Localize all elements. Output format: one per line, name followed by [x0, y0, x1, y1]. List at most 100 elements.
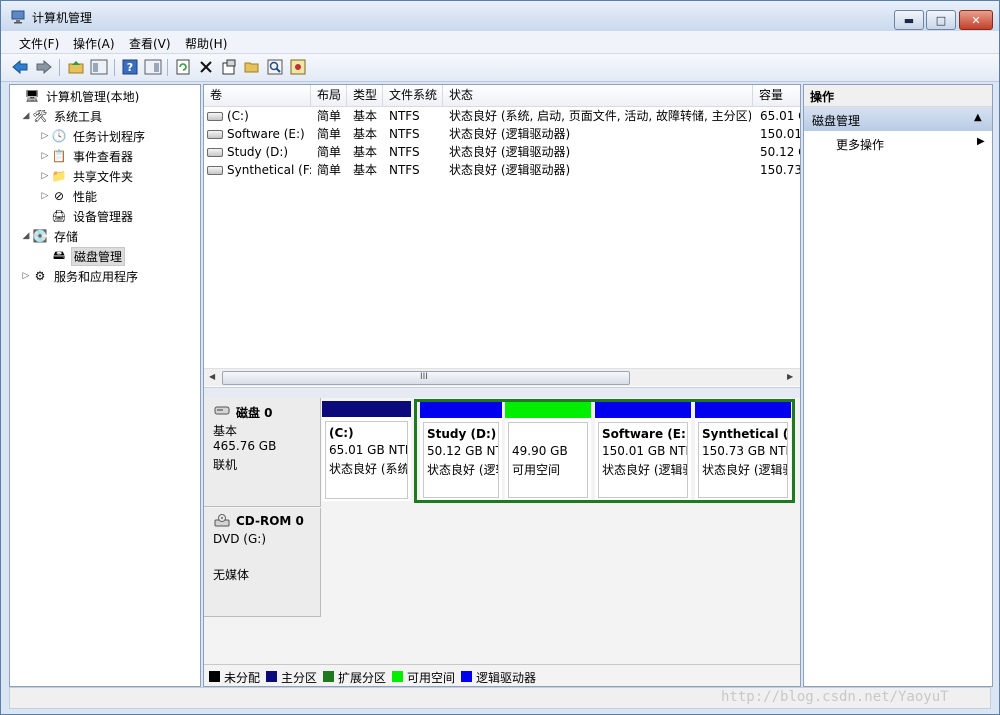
disk-name: 磁盘 0: [236, 406, 273, 420]
disk-state: 联机: [213, 458, 238, 472]
console-tree: 🖥 计算机管理(本地) ◢ 🛠 系统工具 ▷ 🕓 任务计划程序 ▷ 📋 事件查看…: [9, 84, 201, 687]
tree-toggle[interactable]: ▷: [20, 271, 32, 281]
volume-capacity: 50.12 GB: [760, 145, 800, 159]
title-bar[interactable]: 计算机管理 ▬ □ ✕: [1, 1, 999, 31]
show-action-pane-icon[interactable]: [144, 58, 162, 76]
legend-unallocated: 未分配: [224, 671, 261, 685]
volume-status: 状态良好 (系统, 启动, 页面文件, 活动, 故障转储, 主分区): [449, 109, 751, 123]
partition-status: 可用空间: [512, 463, 561, 477]
tree-toggle[interactable]: ▷: [39, 171, 51, 181]
maximize-button[interactable]: □: [926, 10, 956, 30]
menu-file[interactable]: 文件(F): [19, 35, 59, 52]
volume-name: Synthetical (F:): [227, 163, 311, 177]
tree-item-computer-management[interactable]: 🖥 计算机管理(本地): [12, 87, 141, 105]
tree-item-services-apps[interactable]: ▷ ⚙ 服务和应用程序: [20, 267, 140, 285]
scroll-left-icon[interactable]: ◀: [209, 372, 215, 381]
col-header-type[interactable]: 类型: [347, 85, 383, 106]
collapse-arrow-icon[interactable]: ▲: [974, 112, 982, 123]
partition-c[interactable]: (C:) 65.01 GB NTFS 状态良好 (系统, 启动, 页面文件, 活…: [322, 401, 411, 501]
actions-header: 操作: [804, 85, 992, 107]
tree-item-label: 事件查看器: [73, 149, 134, 164]
disk-name: CD-ROM 0: [236, 514, 304, 528]
cdrom-media: 无媒体: [213, 568, 250, 582]
menu-help[interactable]: 帮助(H): [185, 35, 227, 52]
horizontal-scrollbar[interactable]: ◀ III ▶: [204, 368, 800, 386]
col-header-filesystem[interactable]: 文件系统: [383, 85, 443, 106]
tree-item-storage[interactable]: ◢ 💽 存储: [20, 227, 80, 245]
tree-item-label: 任务计划程序: [73, 129, 146, 144]
col-header-capacity[interactable]: 容量: [753, 85, 800, 106]
tree-item-label: 共享文件夹: [73, 169, 134, 184]
menu-view[interactable]: 查看(V): [129, 35, 171, 52]
col-header-layout[interactable]: 布局: [311, 85, 347, 106]
scroll-right-icon[interactable]: ▶: [787, 372, 793, 381]
tree-item-shared-folders[interactable]: ▷ 📁 共享文件夹: [39, 167, 135, 185]
tree-item-event-viewer[interactable]: ▷ 📋 事件查看器: [39, 147, 135, 165]
legend-logical: 逻辑驱动器: [476, 671, 537, 685]
drive-icon: [207, 112, 223, 121]
volume-filesystem: NTFS: [389, 109, 420, 123]
settings-icon[interactable]: [289, 58, 307, 76]
volume-row[interactable]: (C:) 简单 基本 NTFS 状态良好 (系统, 启动, 页面文件, 活动, …: [204, 107, 800, 125]
actions-section-disk-management[interactable]: 磁盘管理 ▲: [804, 107, 992, 131]
tree-item-disk-management[interactable]: 🖴 磁盘管理: [39, 246, 126, 266]
col-header-status[interactable]: 状态: [443, 85, 753, 106]
tree-toggle[interactable]: ◢: [20, 111, 32, 121]
partition-label: Study (D:): [427, 427, 497, 441]
volume-name-cell: Software (E:): [207, 125, 311, 143]
volume-filesystem: NTFS: [389, 163, 420, 177]
back-arrow-icon[interactable]: [11, 58, 29, 76]
tree-item-performance[interactable]: ▷ ⊘ 性能: [39, 187, 99, 205]
tree-toggle[interactable]: ▷: [39, 131, 51, 141]
tree-item-system-tools[interactable]: ◢ 🛠 系统工具: [20, 107, 104, 125]
tree-toggle[interactable]: ◢: [20, 231, 32, 241]
volume-row[interactable]: Software (E:) 简单 基本 NTFS 状态良好 (逻辑驱动器) 15…: [204, 125, 800, 143]
partition-label: Software (E:): [602, 427, 688, 441]
more-actions-item[interactable]: 更多操作 ▶: [804, 133, 992, 153]
tree-toggle[interactable]: ▷: [39, 191, 51, 201]
delete-icon[interactable]: [197, 58, 215, 76]
partition-e[interactable]: Software (E:) 150.01 GB NTFS 状态良好 (逻辑驱动器…: [595, 402, 691, 500]
properties-icon[interactable]: [220, 58, 238, 76]
tree-item-label: 性能: [73, 189, 98, 204]
event-viewer-icon: 📋: [51, 149, 67, 163]
help-icon[interactable]: ?: [121, 58, 139, 76]
partition-label: (C:): [329, 426, 354, 440]
scrollbar-thumb[interactable]: III: [222, 371, 630, 385]
drive-icon: [207, 166, 223, 175]
storage-icon: 💽: [32, 229, 48, 243]
partition-f[interactable]: Synthetical (F:) 150.73 GB NTFS 状态良好 (逻辑…: [695, 402, 791, 500]
disk-0-info[interactable]: 磁盘 0 基本 465.76 GB 联机: [204, 398, 321, 507]
scrollbar-grip: III: [420, 372, 428, 382]
legend-swatch-logical: [461, 671, 472, 682]
close-button[interactable]: ✕: [959, 10, 993, 30]
open-folder-icon[interactable]: [243, 58, 261, 76]
tree-toggle[interactable]: ▷: [39, 151, 51, 161]
volume-capacity: 150.01 GB: [760, 127, 800, 141]
partition-free-space[interactable]: 49.90 GB 可用空间: [505, 402, 591, 500]
volume-row[interactable]: Study (D:) 简单 基本 NTFS 状态良好 (逻辑驱动器) 50.12…: [204, 143, 800, 161]
partition-body: 49.90 GB 可用空间: [508, 422, 588, 498]
tree-item-label: 存储: [54, 229, 79, 244]
more-actions-label: 更多操作: [836, 138, 885, 152]
up-folder-icon[interactable]: [67, 58, 85, 76]
show-tree-icon[interactable]: [90, 58, 108, 76]
tree-item-task-scheduler[interactable]: ▷ 🕓 任务计划程序: [39, 127, 147, 145]
refresh-icon[interactable]: [174, 58, 192, 76]
partition-size: 49.90 GB: [512, 444, 568, 458]
submenu-arrow-icon: ▶: [977, 136, 985, 147]
tree-item-device-manager[interactable]: 🖨 设备管理器: [39, 207, 135, 225]
drive-icon: [207, 148, 223, 157]
computer-mgmt-icon: 🖥: [24, 89, 40, 103]
col-header-volume[interactable]: 卷: [204, 85, 311, 106]
volume-row[interactable]: Synthetical (F:) 简单 基本 NTFS 状态良好 (逻辑驱动器)…: [204, 161, 800, 179]
forward-arrow-icon[interactable]: [35, 58, 53, 76]
search-icon[interactable]: [266, 58, 284, 76]
minimize-button[interactable]: ▬: [894, 10, 924, 30]
partition-d[interactable]: Study (D:) 50.12 GB NTFS 状态良好 (逻辑驱动器): [420, 402, 502, 500]
svg-text:?: ?: [127, 61, 133, 74]
volume-type: 基本: [353, 127, 378, 141]
menu-action[interactable]: 操作(A): [73, 35, 115, 52]
hard-disk-icon: [214, 406, 230, 415]
cdrom-0-info[interactable]: CD-ROM 0 DVD (G:) 无媒体: [204, 508, 321, 617]
